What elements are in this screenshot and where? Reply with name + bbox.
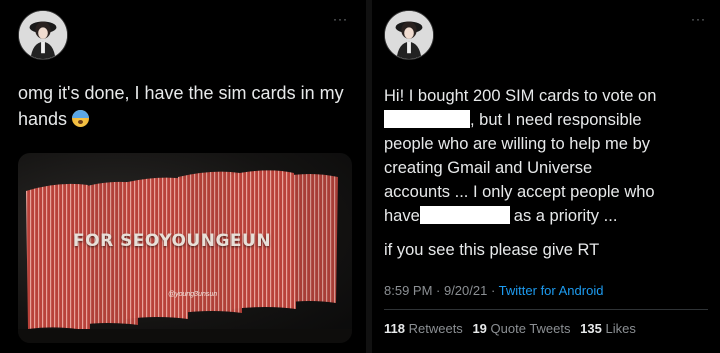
image-caption-text: FOR SEOYOUNGEUN (73, 231, 272, 251)
image-watermark: @young3unsun (168, 291, 218, 298)
tweet-line: , but I need responsible (384, 108, 642, 132)
profile-photo-icon (19, 11, 67, 59)
tweet-line: accounts ... I only accept people who (384, 183, 655, 201)
more-options-icon[interactable]: ··· (691, 12, 706, 26)
fearful-face-emoji-icon (72, 110, 90, 127)
right-tweet: ··· Hi! I bought 200 SIM cards to vote o… (372, 0, 720, 353)
divider (384, 309, 708, 310)
left-tweet: ··· omg it's done, I have the sim cards … (0, 0, 366, 353)
tweet-text: omg it's done, I have the sim cards in m… (18, 80, 358, 132)
tweet-media-image[interactable]: FOR SEOYOUNGEUN @young3unsun (18, 153, 352, 343)
likes-stat[interactable]: 135 Likes (580, 321, 636, 336)
tweet-source-link[interactable]: Twitter for Android (499, 283, 604, 298)
tweet-line: creating Gmail and Universe (384, 159, 593, 177)
redacted-block (384, 110, 470, 128)
retweets-stat[interactable]: 118 Retweets (384, 321, 463, 336)
tweet-timestamp: 8:59 PM · 9/20/21 · Twitter for Android (384, 283, 603, 298)
tweet-stats: 118 Retweets 19 Quote Tweets 135 Likes (384, 321, 642, 336)
profile-photo-icon (385, 11, 433, 59)
avatar[interactable] (384, 10, 434, 60)
tweet-line: have as a priority ... (384, 206, 618, 225)
redacted-block (419, 206, 510, 224)
avatar[interactable] (18, 10, 68, 60)
more-options-icon[interactable]: ··· (333, 12, 348, 26)
quote-tweets-stat[interactable]: 19 Quote Tweets (472, 321, 570, 336)
tweet-line: if you see this please give RT (384, 241, 600, 259)
tweet-body: omg it's done, I have the sim cards in m… (18, 83, 344, 129)
tweet-time[interactable]: 8:59 PM · 9/20/21 · (384, 283, 499, 298)
tweet-line: Hi! I bought 200 SIM cards to vote on (384, 87, 657, 105)
tweet-line: people who are willing to help me by (384, 135, 650, 153)
